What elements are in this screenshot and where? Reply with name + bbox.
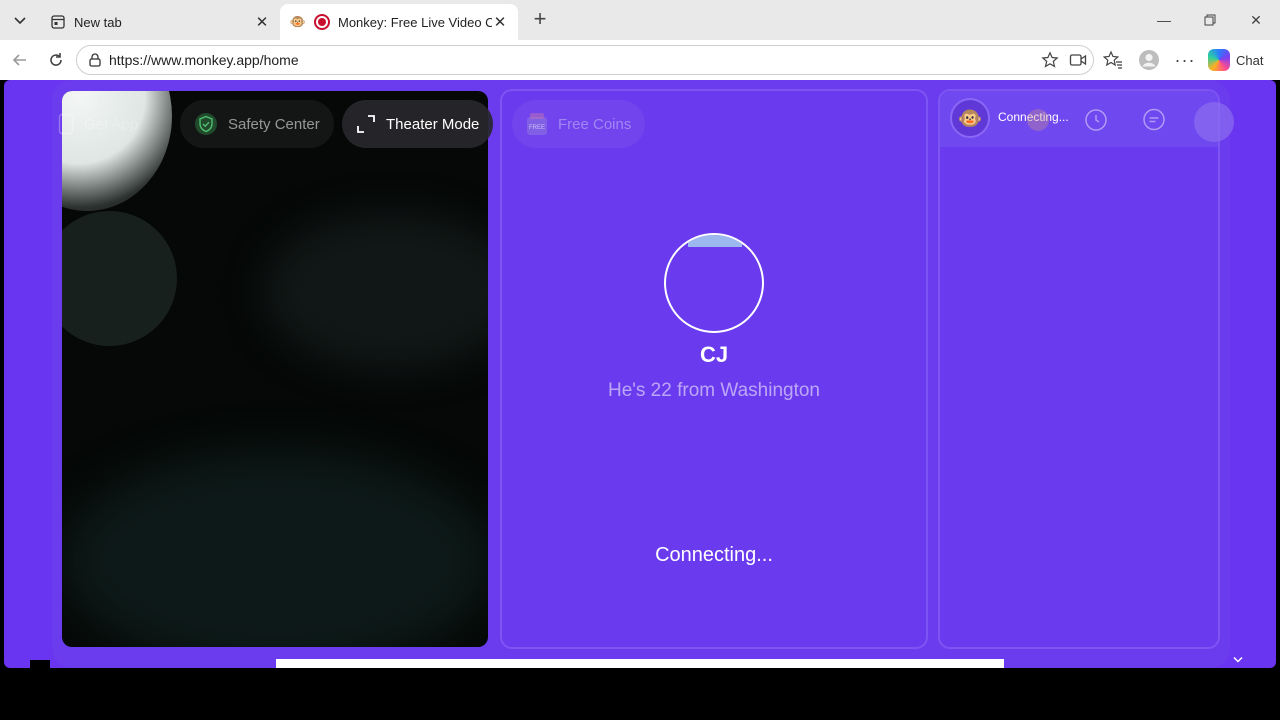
copilot-icon (1208, 49, 1230, 71)
refresh-icon[interactable] (44, 48, 68, 72)
monkey-page: Get App Safety Center Theater Mode FREE … (4, 80, 1276, 668)
message-bubble-icon[interactable] (1140, 106, 1168, 134)
side-chat-panel (938, 89, 1220, 649)
back-arrow-icon[interactable] (8, 48, 32, 72)
copilot-chat-button[interactable]: Chat (1208, 46, 1263, 74)
tab-actions-menu-button[interactable] (6, 6, 34, 34)
tab-title: New tab (74, 14, 122, 30)
profile-avatar-icon[interactable] (1137, 48, 1161, 72)
more-options-icon[interactable]: ··· (1173, 48, 1197, 72)
free-coins-badge-icon: FREE (526, 112, 548, 136)
address-bar[interactable]: https://www.monkey.app/home (76, 45, 1094, 75)
close-window-icon[interactable]: ✕ (1244, 8, 1268, 32)
free-badge-text: FREE (529, 125, 546, 131)
safety-center-label: Safety Center (228, 115, 320, 133)
connecting-status: Connecting... (655, 544, 773, 566)
phone-icon (58, 113, 74, 135)
self-video-feed (62, 91, 488, 647)
monkey-logo (30, 660, 50, 668)
peer-name: CJ (699, 342, 729, 367)
monkey-favicon-icon: 🐵 (289, 14, 307, 29)
shield-check-icon (195, 113, 217, 135)
bokeh-blob (62, 451, 488, 647)
site-info-lock-icon[interactable] (87, 52, 103, 68)
user-menu-orb[interactable] (1194, 102, 1234, 142)
safety-center-button[interactable]: Safety Center (180, 100, 334, 148)
favorites-icon[interactable] (1101, 48, 1125, 72)
monkey-avatar-icon: 🐵 (950, 98, 990, 138)
recording-indicator-icon (314, 14, 330, 30)
history-clock-icon[interactable] (1082, 106, 1110, 134)
close-tab-icon[interactable]: ✕ (254, 14, 270, 31)
url-text: https://www.monkey.app/home (109, 52, 299, 68)
get-app-button[interactable]: Get App (44, 100, 152, 148)
favorite-star-icon[interactable] (1037, 47, 1063, 73)
get-app-label: Get App (84, 115, 139, 133)
chat-label: Chat (1236, 52, 1264, 68)
bokeh-blob (262, 211, 488, 371)
new-tab-button[interactable]: + (528, 8, 552, 32)
minimize-icon[interactable]: — (1152, 8, 1176, 32)
bokeh-blob (62, 211, 177, 346)
tab-monkey[interactable]: 🐵 Monkey: Free Live Video Chat ✕ (280, 4, 518, 40)
camera-in-use-icon[interactable] (1065, 47, 1091, 73)
filter-icon[interactable] (1024, 106, 1052, 134)
bottom-banner (276, 659, 1004, 668)
theater-mode-label: Theater Mode (386, 115, 480, 133)
chevron-down-icon[interactable] (1232, 656, 1244, 666)
tab-new-tab[interactable]: New tab ✕ (40, 4, 280, 40)
expand-icon (357, 115, 375, 133)
chevron-down-icon (14, 17, 26, 25)
peer-avatar (664, 233, 764, 333)
close-tab-icon[interactable]: ✕ (492, 14, 508, 31)
tab-strip: New tab ✕ 🐵 Monkey: Free Live Video Chat… (0, 0, 1280, 40)
peer-avatar-image (688, 235, 742, 247)
restore-icon[interactable] (1198, 8, 1222, 32)
peer-subtitle: He's 22 from Washington (607, 380, 820, 401)
free-coins-label: Free Coins (558, 115, 632, 133)
free-coins-button[interactable]: FREE Free Coins (512, 100, 646, 148)
new-tab-page-icon (50, 14, 66, 30)
theater-mode-button[interactable]: Theater Mode (342, 100, 494, 148)
tab-title: Monkey: Free Live Video Chat (338, 14, 492, 30)
